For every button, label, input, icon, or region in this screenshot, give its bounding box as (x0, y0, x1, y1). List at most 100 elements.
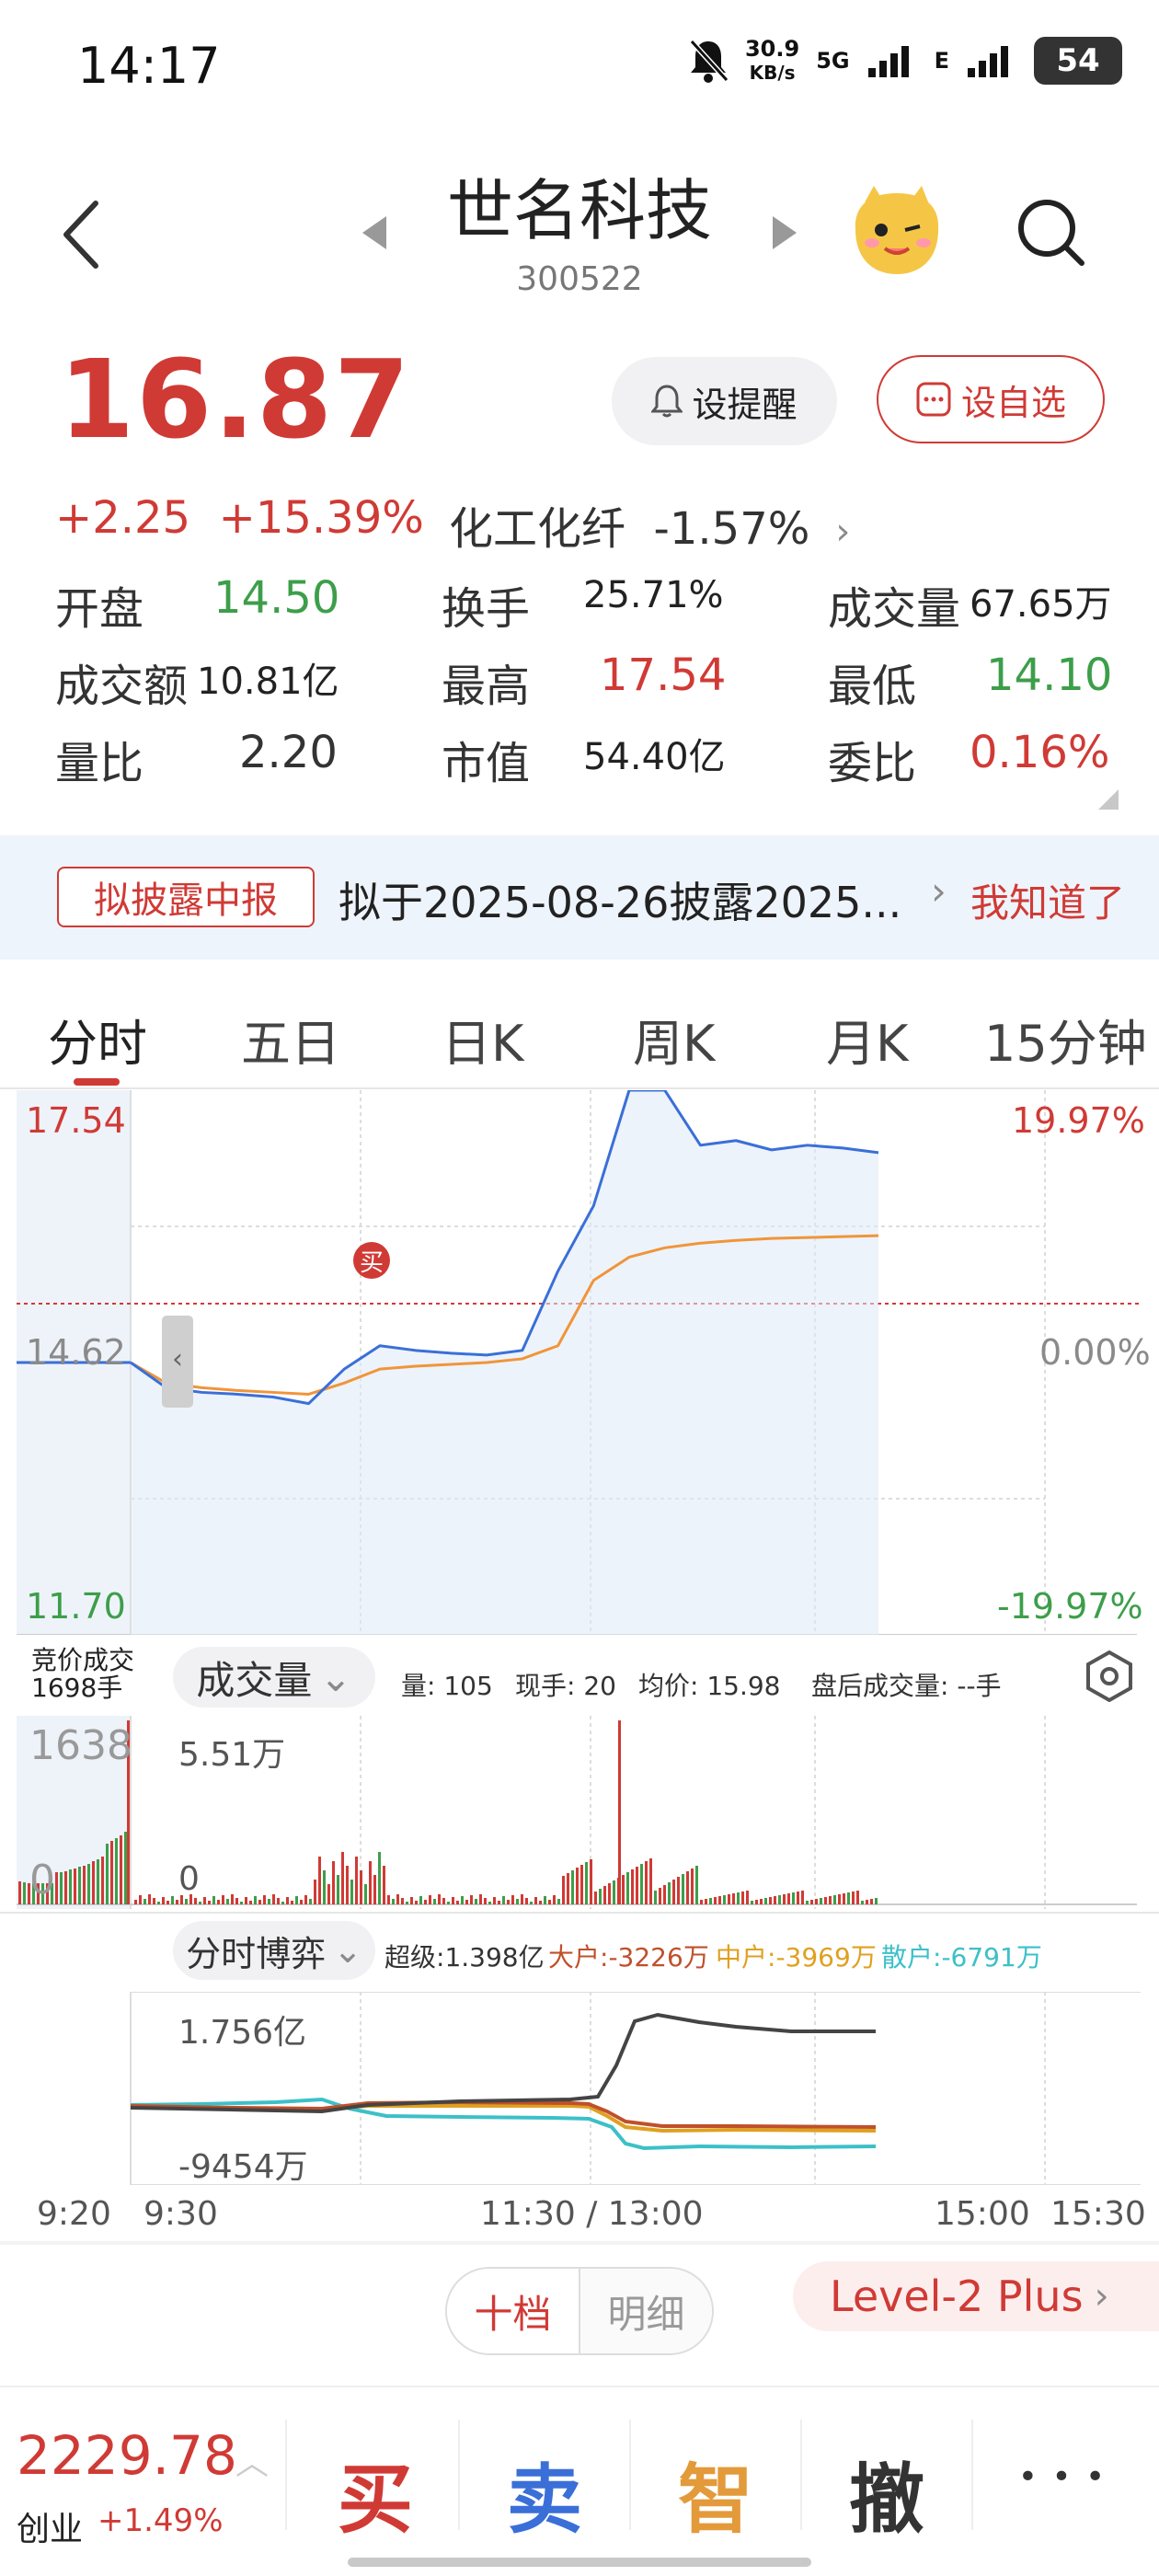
index-value[interactable]: 2229.78 (17, 2424, 237, 2487)
tab-monthly-k[interactable]: 月K (826, 1003, 908, 1075)
volume-bar (337, 1875, 339, 1904)
level2-plus-button[interactable]: Level-2 Plus › (793, 2261, 1159, 2331)
volume-bar (442, 1898, 445, 1904)
volume-bar (438, 1894, 441, 1904)
volume-bar (212, 1896, 215, 1904)
volume-bar (548, 1900, 551, 1904)
volume-bar (387, 1895, 390, 1904)
buy-button[interactable]: 买 (293, 2438, 458, 2547)
indicator-label: 成交量 (196, 1657, 313, 1703)
volume-bar (208, 1901, 211, 1904)
volume-bar (245, 1897, 247, 1904)
volume-bar (120, 1835, 122, 1904)
volume-bar (760, 1899, 763, 1904)
y-left-bottom: 11.70 (26, 1586, 126, 1627)
volume-bar (709, 1898, 712, 1904)
tab-weekly-k[interactable]: 周K (633, 1003, 715, 1075)
volume-bar (18, 1881, 21, 1904)
volume-bar (705, 1899, 707, 1904)
volume-bar (249, 1901, 252, 1904)
volume-bar (718, 1896, 721, 1904)
smart-button[interactable]: 智 (633, 2438, 798, 2547)
tab-daily-k[interactable]: 日K (442, 1003, 523, 1075)
volume-bar (415, 1901, 418, 1904)
add-favorite-button[interactable]: 设自选 (877, 355, 1105, 443)
sell-button[interactable]: 卖 (462, 2438, 627, 2547)
set-reminder-button[interactable]: 设提醒 (612, 357, 837, 445)
active-tab-indicator (74, 1078, 120, 1086)
tab-intraday[interactable]: 分时 (48, 1003, 147, 1075)
volume-bar (350, 1880, 353, 1904)
mute-bell-icon (689, 39, 729, 83)
volume-bar (272, 1894, 275, 1904)
volume-bar (507, 1900, 510, 1904)
volume-bar (502, 1896, 505, 1904)
notice-tag: 拟披露中报 (57, 867, 315, 927)
volume-bar (106, 1844, 109, 1904)
volume-bar (110, 1841, 113, 1904)
dismiss-notice-button[interactable]: 我知道了 (970, 872, 1125, 928)
volume-bar (60, 1872, 63, 1904)
volume-bar (318, 1857, 321, 1904)
tab-ten-levels[interactable]: 十档 (447, 2269, 580, 2353)
volume-bar (737, 1892, 740, 1904)
volume-bar (373, 1875, 376, 1904)
high-label: 最高 (442, 661, 531, 712)
more-square-icon (916, 382, 951, 417)
volume-bar (557, 1899, 560, 1904)
flow-chart[interactable] (0, 1992, 1159, 2185)
volume-bar (162, 1897, 165, 1904)
expand-corner-icon[interactable] (1098, 789, 1119, 810)
volume-bar (728, 1894, 730, 1904)
industry-link[interactable]: 化工化纤 -1.57% › (449, 492, 850, 557)
add-favorite-label: 设自选 (960, 382, 1066, 423)
buy-marker[interactable]: 买 (353, 1242, 390, 1279)
volume-bar (695, 1866, 698, 1904)
next-stock-icon[interactable] (771, 214, 798, 251)
search-icon[interactable] (1014, 195, 1087, 269)
volume-bar (732, 1893, 735, 1904)
industry-name: 化工化纤 (449, 503, 626, 555)
indicator-select-volume[interactable]: 成交量 ⌄ (173, 1647, 375, 1708)
medium-flow-name: 中户 (716, 1942, 768, 1972)
auction-vol-min: 0 (29, 1857, 55, 1903)
divider (629, 2420, 631, 2530)
time-label-1530: 15:30 (1050, 2195, 1146, 2233)
flow-min-label: -9454万 (178, 2148, 308, 2186)
tab-trade-detail[interactable]: 明细 (580, 2269, 712, 2353)
more-button[interactable]: • • • (975, 2458, 1150, 2496)
chevron-up-icon[interactable]: ︿ (235, 2436, 269, 2484)
chevron-down-icon: ⌄ (333, 1930, 362, 1971)
high-value: 17.54 (600, 650, 727, 701)
volume-bar (856, 1891, 859, 1904)
volume-bar (488, 1902, 491, 1904)
notice-text[interactable]: 拟于2025-08-26披露2025... (339, 869, 901, 930)
mascot-icon[interactable] (846, 184, 947, 280)
large-flow-value: -3226万 (608, 1942, 709, 1972)
volume-chart[interactable] (0, 1716, 1159, 1909)
volume-bar (525, 1898, 528, 1904)
volume-bar (677, 1877, 680, 1904)
settings-hexagon-icon[interactable] (1085, 1650, 1133, 1702)
auction-volume-value: 1698手 (31, 1673, 123, 1703)
volume-bar (824, 1897, 827, 1904)
volume-bar (654, 1891, 657, 1904)
tab-five-day[interactable]: 五日 (241, 1003, 340, 1075)
price-chart[interactable]: ‹ (0, 1090, 1159, 1635)
indicator-select-game[interactable]: 分时博弈 ⌄ (173, 1921, 375, 1980)
volume-bar (829, 1896, 832, 1904)
volume-bar (461, 1896, 464, 1904)
volume-bar (64, 1871, 67, 1904)
volume-bar (410, 1897, 413, 1904)
volume-bar (341, 1852, 344, 1904)
vol-min-label: 0 (178, 1860, 200, 1898)
volume-bar (392, 1899, 395, 1904)
cancel-order-button[interactable]: 撤 (804, 2438, 970, 2547)
volume-bar (797, 1892, 799, 1904)
volume-bar (447, 1902, 450, 1904)
tab-15min[interactable]: 15分钟 (984, 1003, 1147, 1075)
volume-bar (562, 1876, 565, 1904)
chevron-left-icon: ‹ (172, 1343, 183, 1375)
volume-bar (115, 1838, 118, 1904)
volume-bar (663, 1885, 666, 1904)
